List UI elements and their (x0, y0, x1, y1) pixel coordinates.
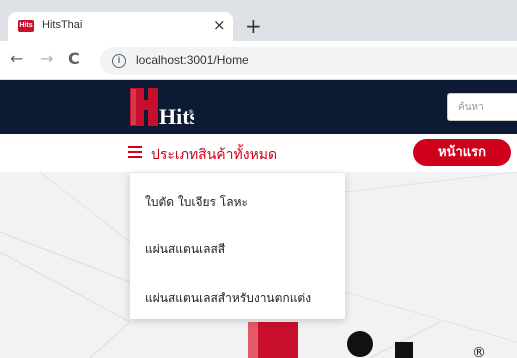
dropdown-item-color-stainless[interactable]: แผ่นสแตนเลสสี (145, 240, 225, 259)
registered-mark: ® (472, 345, 486, 358)
hits-logo[interactable]: Hits ® (128, 84, 194, 130)
address-bar: ← → C i localhost:3001/Home (0, 41, 517, 80)
favicon-icon: Hits (18, 20, 34, 32)
hero-logo-dot (347, 331, 373, 357)
back-button[interactable]: ← (10, 49, 23, 69)
home-button[interactable]: หน้าแรก (413, 139, 511, 166)
hero-logo-highlight (248, 322, 258, 358)
search-input[interactable]: ค้นหา (447, 93, 517, 121)
hamburger-menu-icon[interactable] (128, 146, 142, 158)
all-categories-link[interactable]: ประเภทสินค้าทั้งหมด (151, 144, 277, 166)
dropdown-item-decor-stainless[interactable]: แผ่นสแตนเลสสำหรับงานตกแต่ง (145, 289, 311, 308)
browser-window: Hits HitsThai × + ← → C i localhost:3001… (0, 0, 517, 358)
forward-button[interactable]: → (40, 49, 53, 69)
tab-close-icon[interactable]: × (213, 16, 226, 34)
url-field[interactable]: i localhost:3001/Home (100, 47, 517, 75)
logo-text: Hits (159, 104, 194, 129)
browser-tab[interactable]: Hits HitsThai × (8, 12, 233, 41)
site-header: Hits ® ค้นหา (0, 80, 517, 134)
category-bar: ประเภทสินค้าทั้งหมด หน้าแรก (0, 134, 517, 172)
svg-text:®: ® (188, 109, 194, 116)
new-tab-button[interactable]: + (245, 14, 262, 38)
category-dropdown: ใบตัด ใบเจียร โลหะ แผ่นสแตนเลสสี แผ่นสแต… (130, 173, 345, 319)
tab-title: HitsThai (42, 19, 83, 31)
reload-button[interactable]: C (68, 49, 80, 69)
hero-logo-black-block (395, 342, 413, 358)
tab-bar: Hits HitsThai × + (0, 0, 517, 41)
url-text: localhost:3001/Home (136, 53, 249, 67)
dropdown-item-cutting-discs[interactable]: ใบตัด ใบเจียร โลหะ (145, 193, 248, 212)
info-icon[interactable]: i (112, 54, 126, 68)
